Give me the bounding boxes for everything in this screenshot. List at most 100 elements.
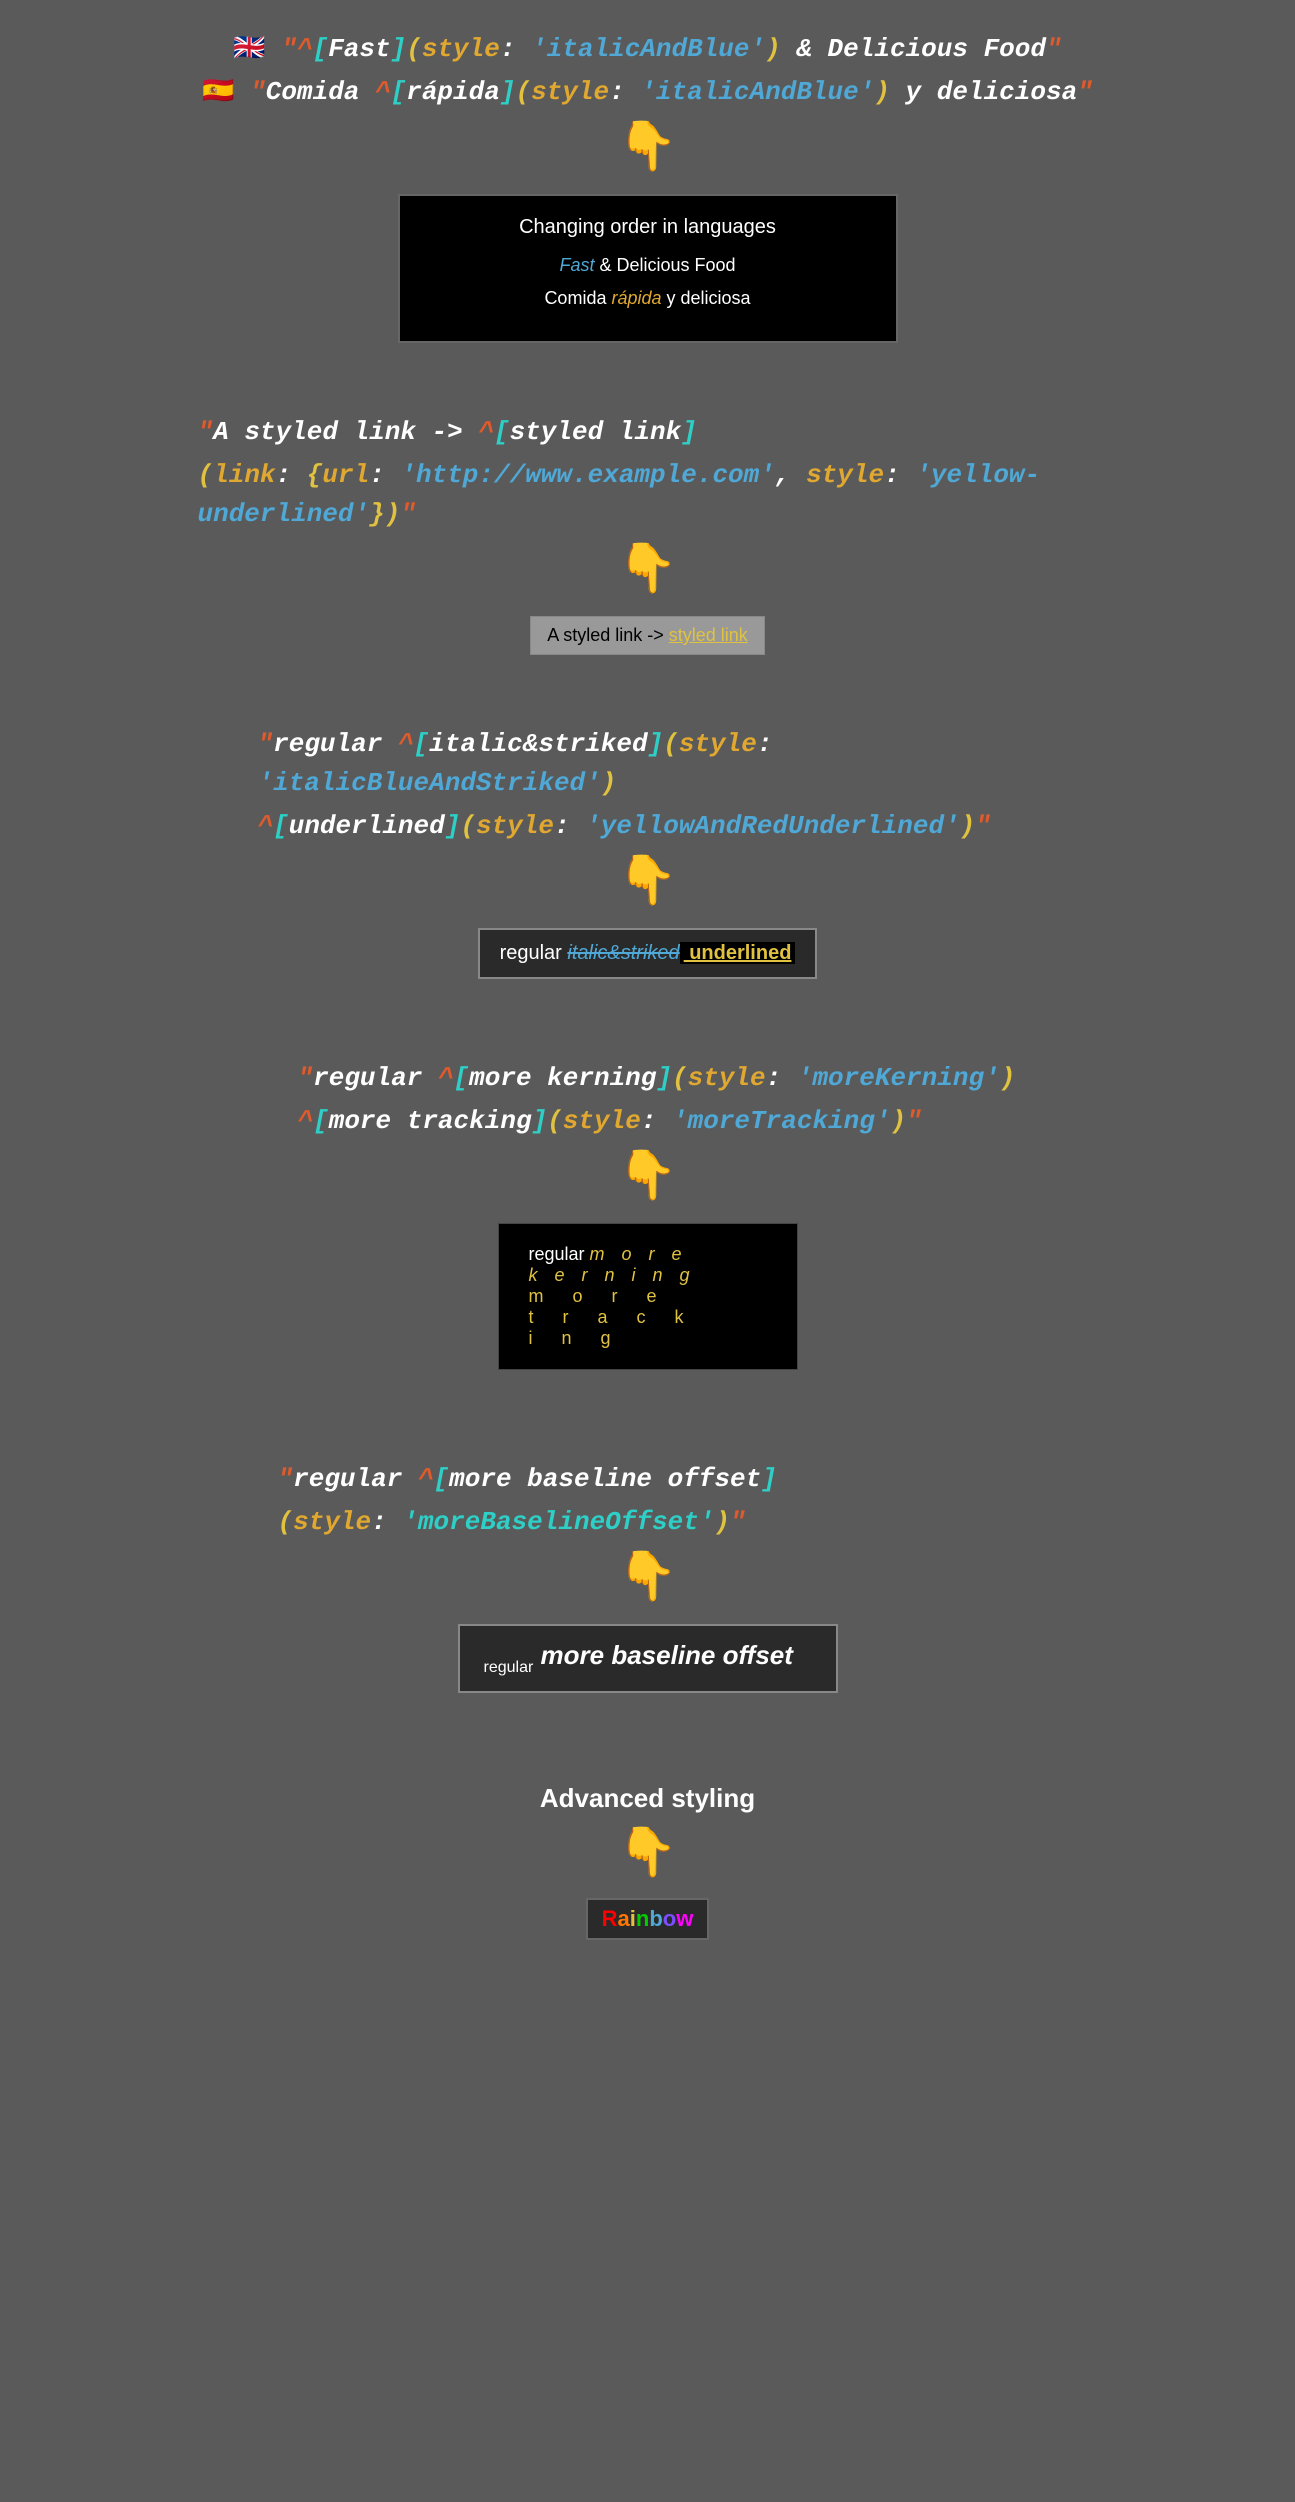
caret-1: ^ <box>297 34 313 64</box>
bracket-open-l: [ <box>494 417 510 447</box>
demo-regular-b: regular <box>484 1659 534 1676</box>
demo-regular-k: regular <box>529 1244 590 1264</box>
colon-k2: : <box>641 1106 672 1136</box>
colon-2: : <box>609 77 640 107</box>
rest-2: y deliciosa <box>890 77 1077 107</box>
style-key-s2: style <box>476 811 554 841</box>
bracket-close-s2: ] <box>445 811 461 841</box>
bracket-close-1: ] <box>391 34 407 64</box>
code-line-2: 🇪🇸 "Comida ^[rápida](style: 'italicAndBl… <box>202 73 1093 112</box>
paren-open-2: ( <box>515 77 531 107</box>
bracket-close-k1: ] <box>656 1063 672 1093</box>
style-key-k2: style <box>563 1106 641 1136</box>
style-key-2: style <box>531 77 609 107</box>
comma-l: , <box>775 460 806 490</box>
paren-open-b: ( <box>278 1507 294 1537</box>
paren-close-1: ) <box>765 34 781 64</box>
style-key-s1: style <box>679 729 757 759</box>
bracket-open-1: [ <box>313 34 329 64</box>
demo-link-box: A styled link -> styled link <box>530 616 765 655</box>
caret-b: ^ <box>418 1464 434 1494</box>
quote-close-2: " <box>1077 77 1093 107</box>
bracket-close-b: ] <box>761 1464 777 1494</box>
quote-open-b: " <box>278 1464 294 1494</box>
more-tracking-text: more tracking <box>329 1106 532 1136</box>
paren-close-k1: ) <box>1000 1063 1016 1093</box>
rainbow-n: n <box>636 1906 649 1931</box>
paren-close-2: ) <box>874 77 890 107</box>
bracket-close-s1: ] <box>648 729 664 759</box>
underlined-text: underlined <box>289 811 445 841</box>
fast-word: Fast <box>328 34 390 64</box>
arrow-3: 👇 <box>618 860 678 908</box>
paren-close-b: ) <box>714 1507 730 1537</box>
bracket-open-k1: [ <box>454 1063 470 1093</box>
caret-2: ^ <box>375 77 391 107</box>
section-kerning-tracking: "regular ^[more kerning](style: 'moreKer… <box>0 1059 1295 1370</box>
section-baseline-offset: "regular ^[more baseline offset] (style:… <box>0 1460 1295 1693</box>
colon-k1: : <box>766 1063 797 1093</box>
demo-baseline-box: regular more baseline offset <box>458 1624 838 1693</box>
quote-close-s: " <box>975 811 991 841</box>
advanced-styling-title: Advanced styling <box>540 1783 755 1814</box>
colon-b: : <box>371 1507 402 1537</box>
demo-fast-word: Fast <box>559 255 594 275</box>
paren-close-l: ) <box>385 499 401 529</box>
quote-close-l: " <box>400 499 416 529</box>
kerning-code-line-2: ^[more tracking](style: 'moreTracking')" <box>298 1102 1098 1141</box>
demo-striked-box: regular italic&striked underlined <box>478 928 818 979</box>
flag-es: 🇪🇸 <box>202 77 234 107</box>
colon-s2: : <box>554 811 585 841</box>
demo-es-suffix: y deliciosa <box>662 288 751 308</box>
style-val-k1: 'moreKerning' <box>797 1063 1000 1093</box>
demo-link-prefix: A styled link -> <box>547 625 669 645</box>
link-code-line-2: (link: {url: 'http://www.example.com', s… <box>198 456 1098 534</box>
quote-open-k: " <box>298 1063 314 1093</box>
rapida-word: rápida <box>406 77 500 107</box>
demo-styled-link: styled link <box>669 625 748 645</box>
rainbow-b: b <box>649 1906 662 1931</box>
arrow-1: 👇 <box>618 126 678 174</box>
italic-striked-text: italic&striked <box>429 729 647 759</box>
bracket-close-k2: ] <box>532 1106 548 1136</box>
rainbow-box: Rainbow <box>586 1898 710 1940</box>
link-content: styled link <box>510 417 682 447</box>
rainbow-a: a <box>618 1906 630 1931</box>
striked-code-line-1: "regular ^[italic&striked](style: 'itali… <box>258 725 1098 803</box>
paren-open-l: ( <box>198 460 214 490</box>
rainbow-w: w <box>676 1906 693 1931</box>
caret-k2: ^ <box>298 1106 314 1136</box>
quote-open-l: " <box>198 417 214 447</box>
demo-baseline-offset: more baseline offset <box>533 1640 793 1670</box>
paren-open-k1: ( <box>672 1063 688 1093</box>
rainbow-o: o <box>663 1906 676 1931</box>
arrow-6: 👇 <box>618 1832 678 1880</box>
quote-open-1: " <box>281 34 297 64</box>
more-kerning-text: more kerning <box>469 1063 656 1093</box>
caret-s2: ^ <box>258 811 274 841</box>
baseline-code-line-2: (style: 'moreBaselineOffset')" <box>278 1503 1098 1542</box>
demo-tracking-line2: t r a c k <box>529 1307 767 1328</box>
link-key: link <box>213 460 275 490</box>
url-key: url <box>322 460 369 490</box>
arrow-5: 👇 <box>618 1556 678 1604</box>
quote-close-k: " <box>906 1106 922 1136</box>
code-line-1: 🇬🇧 "^[Fast](style: 'italicAndBlue') & De… <box>233 30 1061 69</box>
curl-open-l: { <box>307 460 323 490</box>
rainbow-r: R <box>602 1906 618 1931</box>
colon-l: : <box>276 460 307 490</box>
more-baseline-text: more baseline offset <box>449 1464 761 1494</box>
colon-s1: : <box>757 729 773 759</box>
paren-open-s2: ( <box>460 811 476 841</box>
bracket-close-2: ] <box>500 77 516 107</box>
section-italic-striked: "regular ^[italic&striked](style: 'itali… <box>0 725 1295 979</box>
flag-uk: 🇬🇧 <box>233 34 265 64</box>
demo-tracking-line3: i n g <box>529 1328 767 1349</box>
bracket-open-k2: [ <box>313 1106 329 1136</box>
demo-kerning-line2: k e r n i n g <box>529 1265 767 1286</box>
arrow-2: 👇 <box>618 548 678 596</box>
caret-k1: ^ <box>438 1063 454 1093</box>
striked-code-line-2: ^[underlined](style: 'yellowAndRedUnderl… <box>258 807 1098 846</box>
regular-s: regular <box>273 729 398 759</box>
rest-1: & Delicious Food <box>781 34 1046 64</box>
